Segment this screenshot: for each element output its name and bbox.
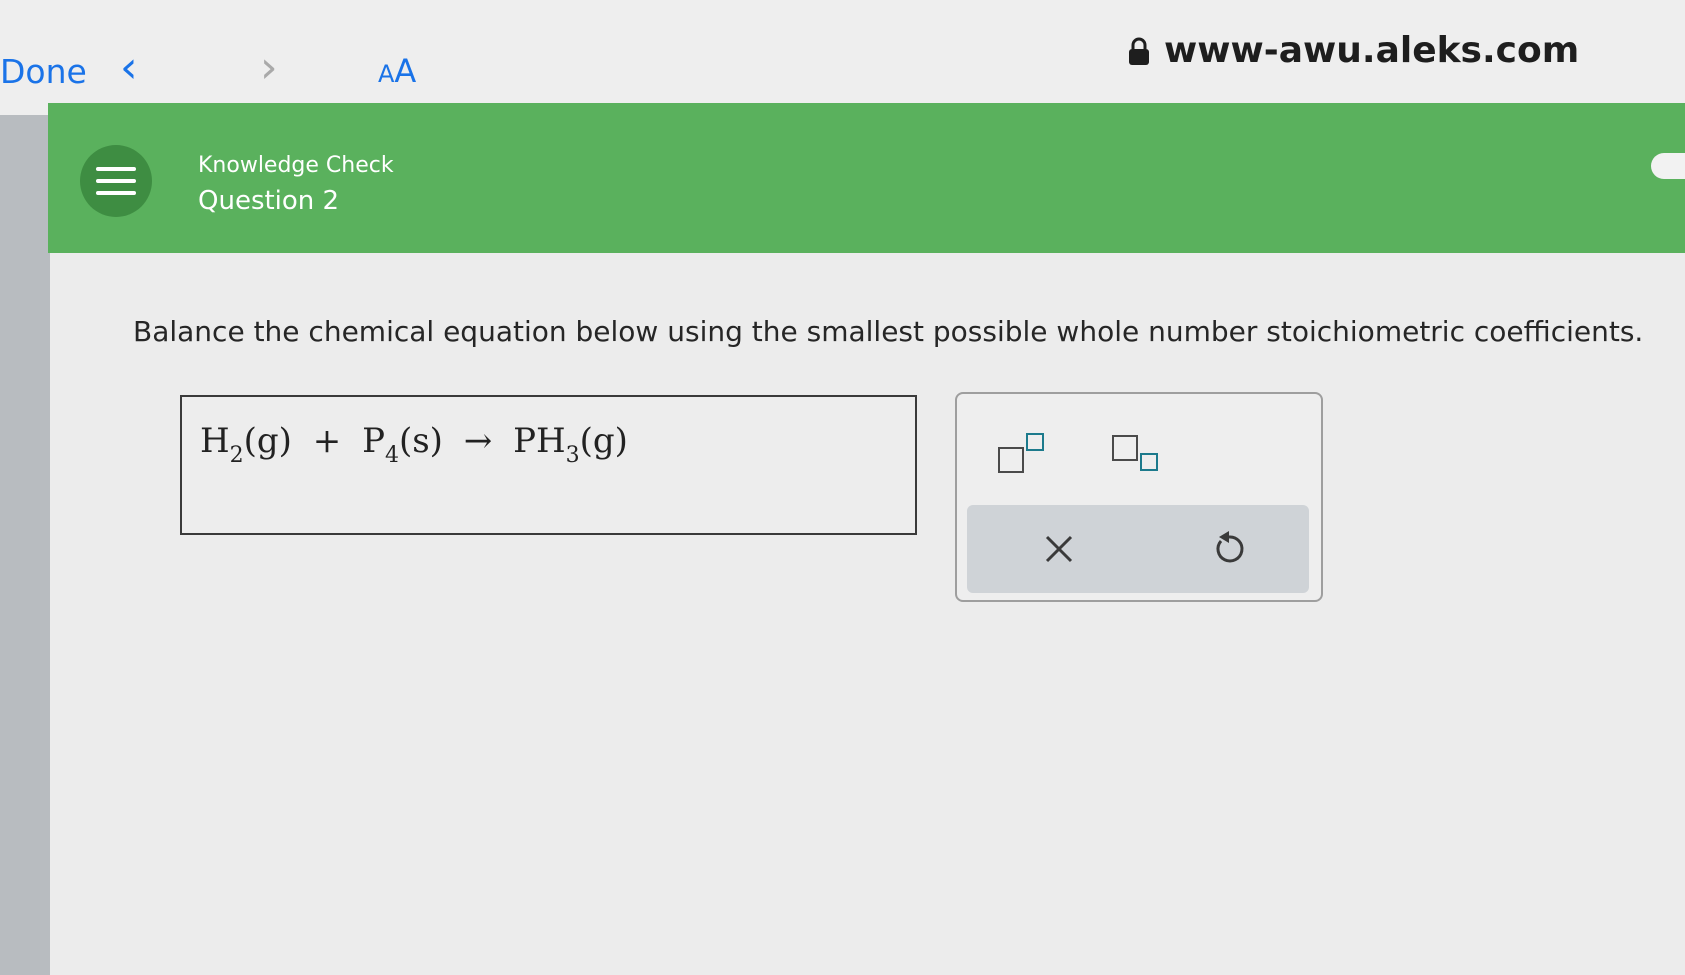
reactant-1-symbol: H — [200, 421, 230, 461]
math-palette — [955, 392, 1323, 602]
text-size-large-label: A — [394, 52, 417, 90]
product-1-subscript: 3 — [565, 443, 580, 468]
hamburger-menu-icon — [96, 167, 136, 195]
reactant-2-subscript: 4 — [384, 443, 399, 468]
subscript-box-icon[interactable] — [1109, 430, 1163, 480]
chevron-right-icon[interactable]: › — [260, 46, 278, 90]
question-prompt: Balance the chemical equation below usin… — [133, 315, 1644, 348]
url-text: www-awu.aleks.com — [1164, 30, 1580, 71]
plus-sign: + — [312, 421, 342, 461]
palette-action-row — [967, 505, 1309, 593]
reaction-arrow: → — [463, 421, 493, 461]
question-number: Question 2 — [198, 186, 340, 216]
chevron-left-icon[interactable]: ‹ — [120, 46, 138, 90]
header-titles: Knowledge Check Question 2 — [198, 153, 394, 216]
superscript-box-icon[interactable] — [995, 430, 1049, 480]
reactant-1-subscript: 2 — [229, 443, 244, 468]
close-icon[interactable] — [1037, 527, 1081, 571]
left-edge-strip — [0, 115, 50, 975]
address-bar[interactable]: www-awu.aleks.com — [1128, 30, 1579, 71]
product-1-symbol: PH — [513, 421, 566, 461]
section-title: Knowledge Check — [198, 153, 394, 178]
product-1-state: (g) — [579, 421, 628, 461]
text-size-button[interactable]: AA — [378, 52, 416, 90]
lock-icon — [1129, 37, 1149, 65]
reactant-2-state: (s) — [398, 421, 443, 461]
browser-toolbar: Done ‹ › AA www-awu.aleks.com — [0, 0, 1685, 115]
equation-answer-box[interactable]: H2(g) + P4(s) → PH3(g) — [180, 395, 917, 535]
menu-button[interactable] — [80, 145, 152, 217]
text-size-small-label: A — [378, 60, 395, 88]
app-header: Knowledge Check Question 2 — [48, 103, 1685, 253]
reactant-1-state: (g) — [243, 421, 292, 461]
undo-icon[interactable] — [1207, 527, 1251, 571]
reactant-2-symbol: P — [362, 421, 385, 461]
chemical-equation[interactable]: H2(g) + P4(s) → PH3(g) — [200, 421, 628, 468]
main-content: Balance the chemical equation below usin… — [50, 253, 1685, 975]
done-button[interactable]: Done — [0, 52, 87, 91]
side-tab[interactable] — [1651, 153, 1685, 179]
